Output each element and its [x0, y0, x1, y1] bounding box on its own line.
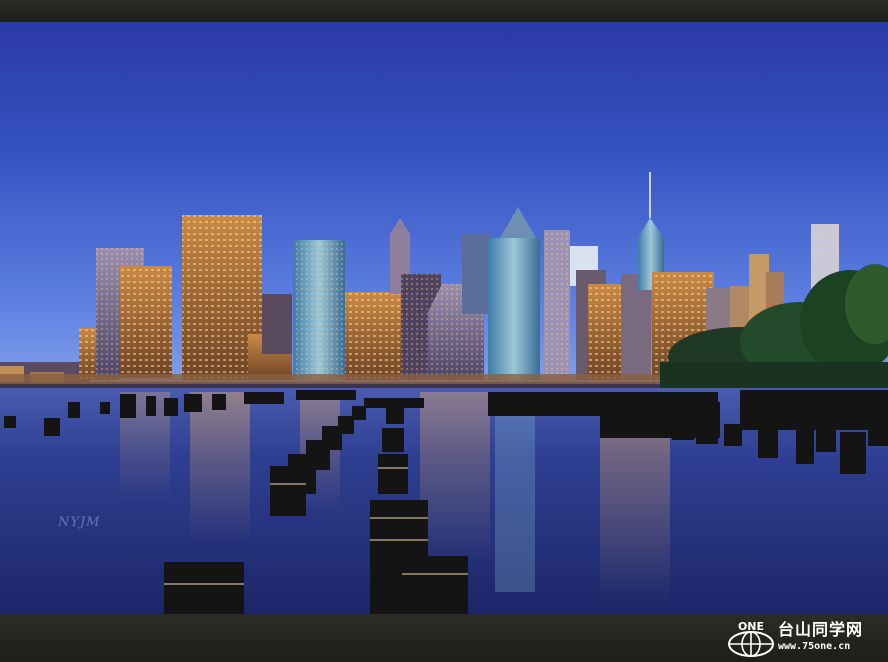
site-watermark-logo: ONE 台山同学网 www.75one.cn	[726, 618, 882, 658]
skyline-illustration	[0, 22, 888, 614]
site-url: www.75one.cn	[778, 641, 851, 652]
site-name: 台山同学网	[778, 620, 864, 639]
photo-frame: NYJM ONE 台山同学网 www.75one.cn	[0, 0, 888, 662]
frame-top-bar	[0, 0, 888, 22]
photographer-signature: NYJM	[58, 515, 101, 530]
globe-icon: ONE	[728, 620, 774, 657]
skyline-photo	[0, 22, 888, 614]
logo-text-block: 台山同学网 www.75one.cn	[778, 620, 882, 654]
